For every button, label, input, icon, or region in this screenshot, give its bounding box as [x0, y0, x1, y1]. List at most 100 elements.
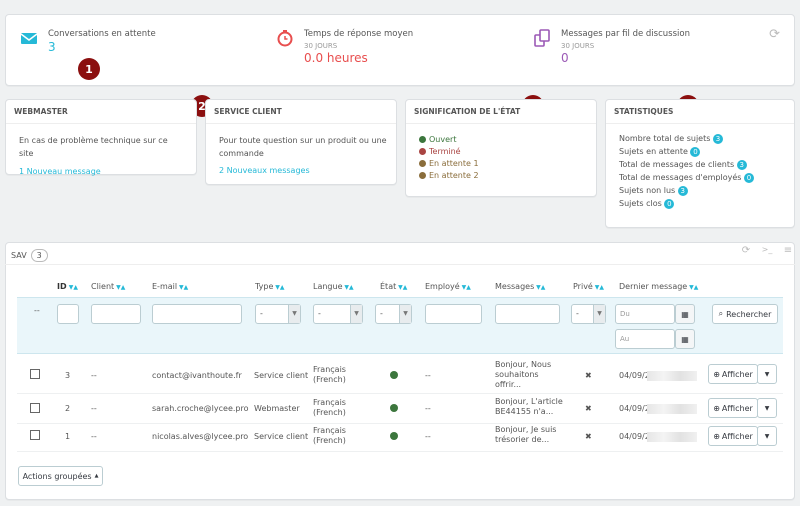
- cell-date: 04/09/2: [619, 432, 650, 441]
- cell-client: --: [91, 404, 97, 413]
- state-pending-1: En attente 1: [419, 158, 583, 170]
- cell-type: Service client: [254, 371, 309, 380]
- terminal-icon[interactable]: >_: [756, 245, 778, 256]
- panel-text: En cas de problème technique sur ce site: [19, 136, 168, 158]
- sort-icon: ▼▲: [592, 284, 604, 291]
- sort-icon: ▼▲: [396, 284, 408, 291]
- kpi-messages-thread[interactable]: Messages par fil de discussion 30 JOURS …: [533, 29, 690, 65]
- panel-title: STATISTIQUES: [606, 100, 794, 124]
- cell-type: Service client: [254, 432, 309, 441]
- cell-email: sarah.croche@lycee.pro: [152, 404, 249, 413]
- sort-icon: ▼▲: [114, 284, 126, 291]
- filter-employe-input[interactable]: [425, 304, 482, 324]
- filter-etat-select[interactable]: - ▼: [375, 304, 412, 324]
- view-button[interactable]: ⊕ Afficher: [708, 426, 758, 446]
- kpi-response-time[interactable]: Temps de réponse moyen 30 JOURS 0.0 heur…: [276, 29, 413, 65]
- col-langue[interactable]: Langue ▼▲: [313, 282, 354, 291]
- cell-langue: Français (French): [313, 365, 346, 384]
- panel-text: Pour toute question sur un produit ou un…: [219, 136, 387, 158]
- zoom-icon: ⊕: [713, 369, 720, 379]
- col-etat[interactable]: État ▼▲: [380, 282, 407, 291]
- state-dot: [419, 172, 426, 179]
- chevron-down-icon: ▼: [399, 305, 411, 323]
- kpi-value: 0: [561, 51, 569, 65]
- stats-panel: STATISTIQUES Nombre total de sujets 3 Su…: [605, 99, 795, 228]
- redacted-date: [647, 371, 697, 381]
- col-id[interactable]: ID ▼▲: [57, 282, 78, 291]
- copy-icon: [534, 29, 550, 47]
- kpi-pending[interactable]: Conversations en attente 3: [20, 29, 156, 54]
- search-icon: ⌕: [718, 309, 724, 318]
- panel-title: WEBMASTER: [6, 100, 196, 124]
- sav-title: SAV: [11, 251, 27, 260]
- cell-id: 2: [65, 404, 71, 413]
- filter-type-select[interactable]: - ▼: [255, 304, 301, 324]
- sort-icon: ▼▲: [534, 284, 546, 291]
- filter-date-to[interactable]: Au: [615, 329, 675, 349]
- kpi-sub: 30 JOURS: [304, 42, 338, 50]
- row-checkbox[interactable]: [30, 403, 40, 413]
- filter-date-from[interactable]: Du: [615, 304, 675, 324]
- col-client[interactable]: Client ▼▲: [91, 282, 125, 291]
- calendar-icon[interactable]: ▦: [675, 304, 695, 324]
- service-client-panel: SERVICE CLIENT Pour toute question sur u…: [205, 99, 397, 185]
- state-dot: [390, 371, 398, 379]
- refresh-icon[interactable]: ⟳: [736, 245, 756, 256]
- sort-icon: ▼▲: [273, 284, 285, 291]
- dropdown-toggle[interactable]: ▼: [757, 398, 777, 418]
- filter-messages-input[interactable]: [495, 304, 560, 324]
- stat-row: Sujets non lus 3: [619, 184, 781, 197]
- sav-header: SAV 3: [11, 249, 48, 262]
- search-button[interactable]: ⌕ Rechercher: [712, 304, 778, 324]
- col-email[interactable]: E-mail ▼▲: [152, 282, 188, 291]
- stat-row: Total de messages de clients 3: [619, 158, 781, 171]
- col-type[interactable]: Type ▼▲: [255, 282, 285, 291]
- calendar-icon[interactable]: ▦: [675, 329, 695, 349]
- clock-icon: [277, 30, 293, 47]
- cell-date: 04/09/2: [619, 371, 650, 380]
- count-badge: 0: [664, 199, 675, 209]
- state-dot: [419, 136, 426, 143]
- filter-id-input[interactable]: [57, 304, 79, 324]
- sort-icon: ▼▲: [459, 284, 471, 291]
- cell-message: Bonjour, Je suis trésorier de...: [495, 425, 557, 444]
- cell-langue: Français (French): [313, 426, 346, 445]
- cell-employe: --: [425, 432, 431, 441]
- kpi-value: 0.0 heures: [304, 51, 368, 65]
- filter-langue-select[interactable]: - ▼: [313, 304, 363, 324]
- cell-id: 1: [65, 432, 71, 441]
- filter-prive-select[interactable]: - ▼: [571, 304, 606, 324]
- dropdown-toggle[interactable]: ▼: [757, 426, 777, 446]
- refresh-icon[interactable]: ⟳: [769, 27, 780, 42]
- service-client-new-link[interactable]: 2 Nouveaux messages: [219, 164, 383, 177]
- sav-count-badge: 3: [30, 249, 48, 262]
- col-dernier-message[interactable]: Dernier message ▼▲: [619, 282, 698, 291]
- col-employe[interactable]: Employé ▼▲: [425, 282, 471, 291]
- row-checkbox[interactable]: [30, 430, 40, 440]
- col-prive[interactable]: Privé ▼▲: [573, 282, 604, 291]
- row-checkbox[interactable]: [30, 369, 40, 379]
- webmaster-new-link[interactable]: 1 Nouveau message: [19, 165, 183, 178]
- dropdown-toggle[interactable]: ▼: [757, 364, 777, 384]
- state-dot: [390, 404, 398, 412]
- panel-title: SIGNIFICATION DE L'ÉTAT: [406, 100, 596, 124]
- view-button[interactable]: ⊕ Afficher: [708, 398, 758, 418]
- count-badge: 3: [677, 186, 688, 196]
- database-icon[interactable]: ≡: [778, 245, 798, 256]
- state-dot: [419, 160, 426, 167]
- state-dot: [419, 148, 426, 155]
- state-pending-2: En attente 2: [419, 170, 583, 182]
- bulk-actions-button[interactable]: Actions groupées ▲: [18, 466, 103, 486]
- filter-email-input[interactable]: [152, 304, 242, 324]
- filter-client-input[interactable]: [91, 304, 141, 324]
- state-legend-panel: SIGNIFICATION DE L'ÉTAT Ouvert Terminé E…: [405, 99, 597, 197]
- cell-email: nicolas.alves@lycee.pro: [152, 432, 249, 441]
- cell-type: Webmaster: [254, 404, 300, 413]
- kpi-panel: Conversations en attente 3 Temps de répo…: [5, 14, 795, 86]
- cell-id: 3: [65, 371, 71, 380]
- view-button[interactable]: ⊕ Afficher: [708, 364, 758, 384]
- stat-row: Total de messages d'employés 0: [619, 171, 781, 184]
- kpi-label: Messages par fil de discussion: [561, 29, 690, 39]
- col-messages[interactable]: Messages ▼▲: [495, 282, 545, 291]
- cell-langue: Français (French): [313, 398, 346, 417]
